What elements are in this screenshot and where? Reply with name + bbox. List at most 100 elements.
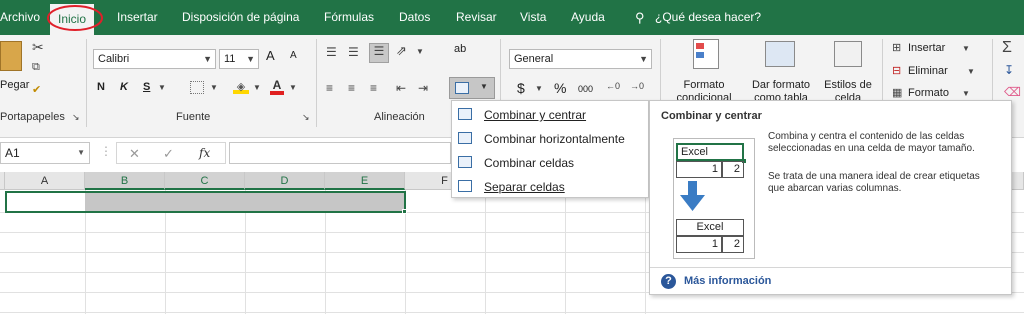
after-value-2: 2 bbox=[722, 236, 744, 253]
cancel-icon[interactable]: ✕ bbox=[129, 146, 140, 162]
align-right-icon[interactable]: ≡ bbox=[370, 81, 377, 95]
group-label-font: Fuente bbox=[176, 111, 211, 123]
fill-color-icon[interactable]: ◈ bbox=[233, 80, 249, 94]
splitter-icon[interactable]: ⋮ bbox=[100, 144, 112, 158]
borders-icon[interactable] bbox=[190, 81, 204, 94]
tell-me-search[interactable]: ¿Qué desea hacer? bbox=[655, 0, 761, 35]
paste-button[interactable]: Pegar bbox=[0, 79, 29, 91]
font-size-combo[interactable]: 11 ▼ bbox=[219, 49, 259, 69]
chevron-down-icon[interactable]: ▼ bbox=[158, 83, 166, 92]
merge-tooltip: Combinar y centrar Excel 1 2 Excel 1 2 C… bbox=[649, 100, 1012, 295]
chevron-down-icon[interactable]: ▼ bbox=[289, 83, 297, 92]
tab-formulas[interactable]: Fórmulas bbox=[324, 0, 374, 35]
insert-cells-button[interactable]: Insertar bbox=[908, 42, 945, 54]
tab-datos[interactable]: Datos bbox=[399, 0, 430, 35]
copy-icon[interactable]: ⧉ bbox=[32, 61, 40, 74]
column-header[interactable]: D bbox=[245, 172, 325, 190]
merge-center-icon bbox=[458, 108, 472, 120]
conditional-format-icon[interactable] bbox=[693, 39, 719, 69]
lightbulb-icon: ⚲ bbox=[635, 10, 645, 25]
after-value-1: 1 bbox=[676, 236, 722, 253]
italic-button[interactable]: K bbox=[120, 81, 128, 93]
merge-cells-icon bbox=[458, 156, 472, 168]
delete-cells-button[interactable]: Eliminar bbox=[908, 65, 948, 77]
arrow-down-icon bbox=[680, 181, 705, 211]
tab-vista[interactable]: Vista bbox=[520, 0, 546, 35]
underline-button[interactable]: S bbox=[143, 81, 150, 93]
help-icon: ? bbox=[661, 274, 676, 289]
number-format-combo[interactable]: General ▼ bbox=[509, 49, 652, 69]
tab-disposicion[interactable]: Disposición de página bbox=[182, 0, 299, 35]
font-name-value: Calibri bbox=[98, 53, 130, 65]
clear-icon[interactable]: ⌫ bbox=[1004, 85, 1021, 99]
wrap-text-button[interactable]: ab bbox=[454, 43, 466, 55]
name-box[interactable]: A1 ▼ bbox=[0, 142, 90, 164]
chevron-down-icon[interactable]: ▼ bbox=[962, 44, 970, 53]
menu-item-unmerge[interactable]: Separar celdas bbox=[452, 175, 648, 199]
fill-handle[interactable] bbox=[402, 209, 407, 214]
grow-font-button[interactable]: A bbox=[266, 48, 275, 63]
chevron-down-icon[interactable]: ▼ bbox=[535, 84, 543, 93]
menu-item-merge-across[interactable]: Combinar horizontalmente bbox=[452, 127, 648, 151]
autosum-icon[interactable]: Σ bbox=[1002, 39, 1012, 57]
orientation-icon[interactable]: ⇗ bbox=[396, 43, 407, 59]
cut-icon[interactable]: ✂ bbox=[32, 39, 44, 56]
paste-icon[interactable] bbox=[0, 41, 22, 71]
column-header[interactable]: A bbox=[5, 172, 85, 190]
shrink-font-button[interactable]: A bbox=[290, 50, 297, 61]
chevron-down-icon[interactable]: ▼ bbox=[210, 83, 218, 92]
more-info-link[interactable]: Más información bbox=[684, 275, 771, 287]
increase-decimal-icon[interactable]: ←0 bbox=[606, 81, 620, 91]
delete-cells-icon: ⊟ bbox=[892, 65, 902, 77]
tab-ayuda[interactable]: Ayuda bbox=[571, 0, 605, 35]
decrease-decimal-icon[interactable]: →0 bbox=[630, 81, 644, 91]
menu-item-merge-cells[interactable]: Combinar celdas bbox=[452, 151, 648, 175]
thousands-button[interactable]: 000 bbox=[578, 84, 593, 94]
enter-icon[interactable]: ✓ bbox=[163, 146, 174, 162]
align-left-icon[interactable]: ≡ bbox=[326, 81, 333, 95]
format-painter-icon[interactable]: ✔ bbox=[32, 83, 41, 96]
format-table-icon[interactable] bbox=[765, 41, 795, 67]
chevron-down-icon[interactable]: ▼ bbox=[962, 89, 970, 98]
menu-item-merge-center[interactable]: Combinar y centrar bbox=[452, 103, 648, 127]
menu-item-label: Combinar y centrar bbox=[484, 108, 587, 122]
chevron-down-icon[interactable]: ▼ bbox=[967, 67, 975, 76]
decrease-indent-icon[interactable]: ⇤ bbox=[396, 81, 406, 95]
selected-range[interactable] bbox=[5, 191, 406, 213]
font-name-combo[interactable]: Calibri ▼ bbox=[93, 49, 216, 69]
fill-icon[interactable]: ↧ bbox=[1004, 63, 1014, 77]
menu-item-label: Combinar celdas bbox=[484, 156, 575, 170]
font-color-button[interactable]: A bbox=[270, 79, 284, 95]
percent-button[interactable]: % bbox=[554, 80, 566, 96]
column-header[interactable]: E bbox=[325, 172, 405, 190]
column-header[interactable]: B bbox=[85, 172, 165, 190]
tab-insertar[interactable]: Insertar bbox=[117, 0, 158, 35]
merge-center-button[interactable]: ▼ bbox=[449, 77, 495, 99]
before-value-1: 1 bbox=[676, 161, 722, 178]
insert-function-button[interactable]: fx bbox=[199, 146, 210, 160]
tab-archivo[interactable]: Archivo bbox=[0, 0, 40, 35]
col-gridline bbox=[565, 190, 566, 314]
cell-red-swatch bbox=[696, 43, 704, 49]
increase-indent-icon[interactable]: ⇥ bbox=[418, 81, 428, 95]
group-label-alignment: Alineación bbox=[374, 111, 425, 123]
formula-input[interactable] bbox=[229, 142, 451, 164]
chevron-down-icon[interactable]: ▼ bbox=[416, 47, 424, 56]
cell-styles-icon[interactable] bbox=[834, 41, 862, 67]
align-center-icon[interactable]: ≡ bbox=[348, 81, 355, 95]
align-middle-icon[interactable]: ☰ bbox=[348, 45, 359, 59]
bold-button[interactable]: N bbox=[97, 81, 105, 93]
format-cells-icon: ▦ bbox=[892, 87, 903, 99]
dialog-launcher-icon[interactable]: ↘ bbox=[302, 112, 310, 123]
tooltip-divider bbox=[650, 267, 1011, 268]
currency-button[interactable]: $ bbox=[517, 80, 525, 96]
column-header[interactable]: C bbox=[165, 172, 245, 190]
dialog-launcher-icon[interactable]: ↘ bbox=[72, 112, 80, 123]
chevron-down-icon[interactable]: ▼ bbox=[253, 83, 261, 92]
tooltip-description-2: Se trata de una manera ideal de crear et… bbox=[768, 171, 980, 194]
before-value-2: 2 bbox=[722, 161, 744, 178]
align-bottom-icon[interactable]: ☰ bbox=[369, 43, 389, 63]
tab-revisar[interactable]: Revisar bbox=[456, 0, 497, 35]
format-cells-button[interactable]: Formato bbox=[908, 87, 949, 99]
align-top-icon[interactable]: ☰ bbox=[326, 45, 337, 59]
